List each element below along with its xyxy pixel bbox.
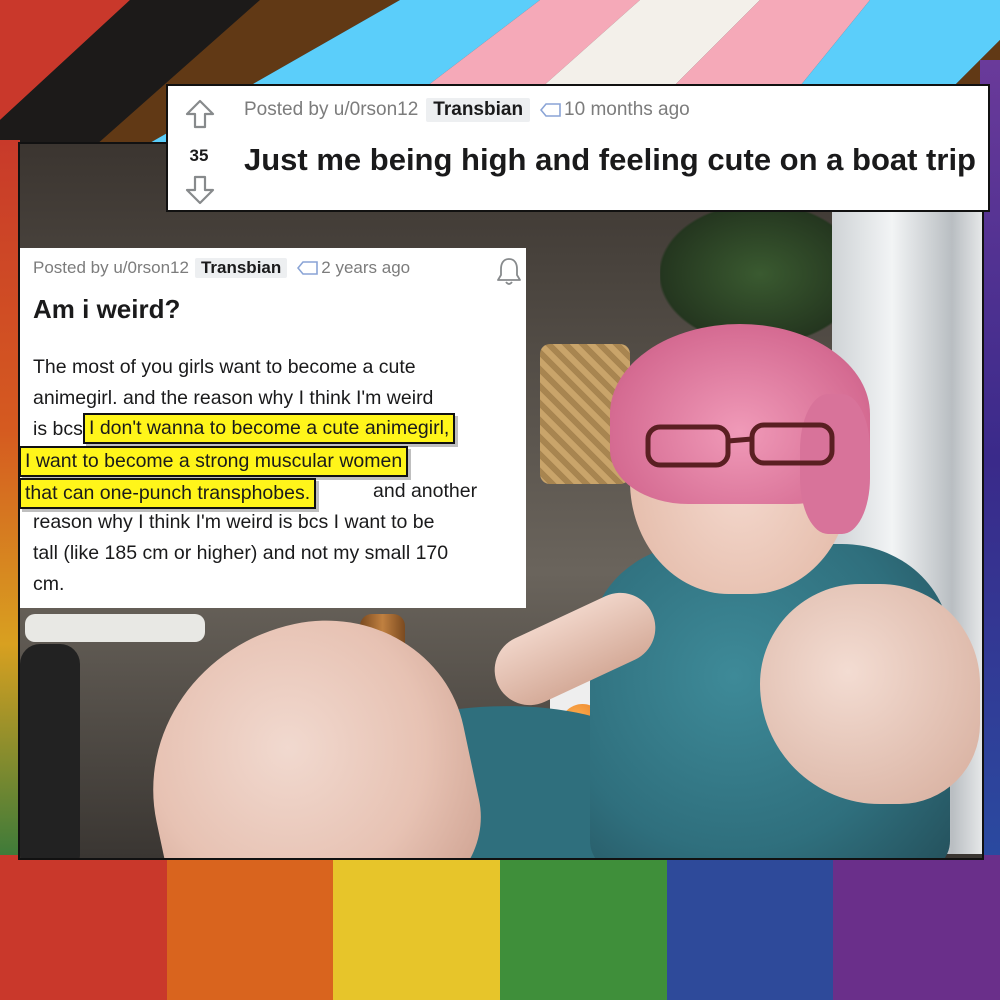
highlight-line-3: that can one-punch transphobes. bbox=[19, 478, 317, 509]
post-age: 2 years ago bbox=[321, 258, 411, 277]
post-age: 10 months ago bbox=[564, 99, 690, 120]
highlight-line-1: I don't wanna to become a cute animegirl… bbox=[83, 413, 456, 444]
body-line: tall (like 185 cm or higher) and not my … bbox=[33, 542, 449, 564]
body-line: The most of you girls want to become a c… bbox=[33, 356, 416, 378]
body-line: reason why I think I'm weird is bcs I wa… bbox=[33, 511, 435, 533]
post-meta: Posted by u/0rson12 Transbian 2 years ag… bbox=[33, 258, 410, 278]
post-title[interactable]: Am i weird? bbox=[33, 294, 180, 325]
vote-count: 35 bbox=[189, 146, 209, 165]
post-title[interactable]: Just me being high and feeling cute on a… bbox=[244, 142, 976, 178]
downvote-arrow-icon[interactable] bbox=[184, 174, 216, 206]
body-line: animegirl. and the reason why I think I'… bbox=[33, 387, 434, 409]
bell-icon[interactable] bbox=[496, 256, 522, 286]
rainbow-stripes bbox=[0, 855, 1000, 1000]
body-line: cm. bbox=[33, 573, 65, 595]
highlight-line-2: I want to become a strong muscular women bbox=[19, 446, 409, 477]
posted-by[interactable]: Posted by u/0rson12 bbox=[33, 258, 189, 278]
glasses bbox=[645, 422, 835, 468]
vote-column: 35 bbox=[168, 86, 230, 210]
user-flair: Transbian bbox=[426, 98, 531, 122]
post-meta: Posted by u/0rson12 Transbian 10 months … bbox=[244, 98, 690, 122]
user-flair: Transbian bbox=[194, 258, 288, 278]
tag-icon bbox=[297, 261, 319, 275]
tag-icon bbox=[540, 103, 561, 117]
posted-by[interactable]: Posted by u/0rson12 bbox=[244, 99, 418, 121]
upvote-arrow-icon[interactable] bbox=[184, 98, 216, 130]
image-post-card[interactable]: 35 Posted by u/0rson12 Transbian 10 mont… bbox=[166, 84, 990, 212]
